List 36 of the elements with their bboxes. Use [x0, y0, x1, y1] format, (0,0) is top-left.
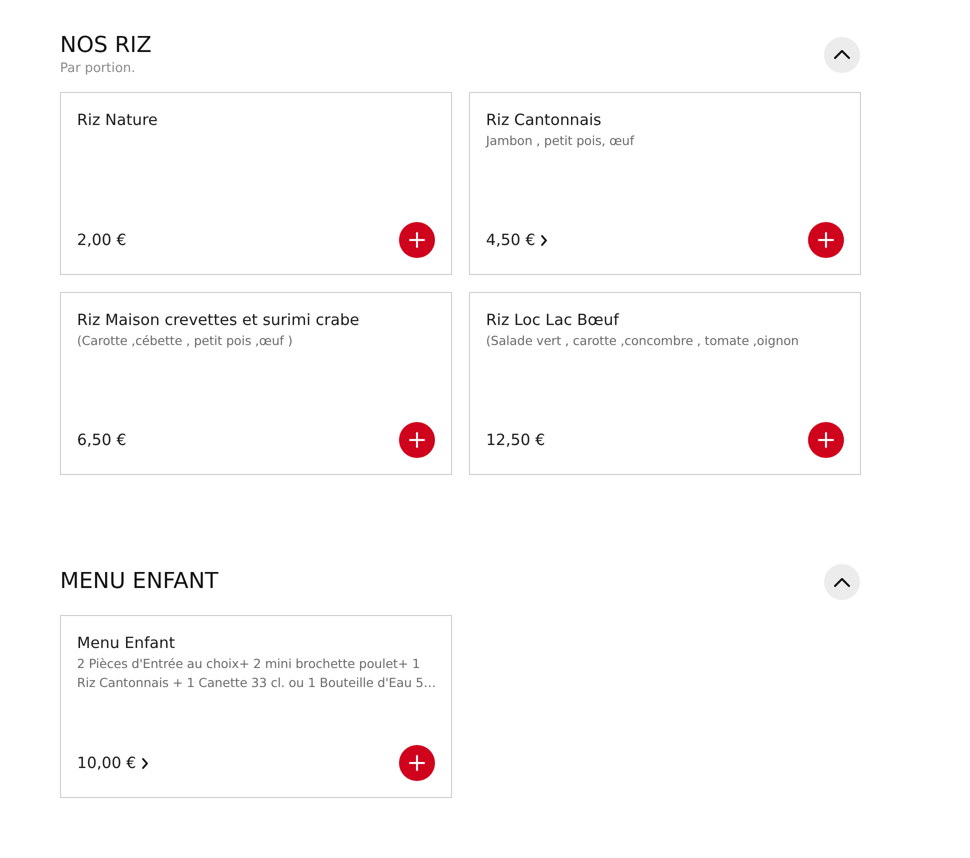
plus-icon [409, 755, 425, 771]
add-button[interactable] [399, 745, 435, 781]
plus-icon [818, 432, 834, 448]
item-name: Riz Nature [77, 110, 159, 131]
item-description: (Carotte ,cébette , petit pois ,œuf ) [77, 332, 294, 350]
item-description: 2 Pièces d'Entrée au choix+ 2 mini brochette poulet+ 1 Riz Cantonnais + 1 Canette 33 cl. ou 1 Bouteille d'Eau 5… [77, 655, 437, 692]
add-button[interactable] [808, 222, 844, 258]
item-description: Jambon , petit pois, œuf [486, 132, 636, 150]
plus-icon [409, 432, 425, 448]
menu-item-card[interactable]: Riz Loc Lac Bœuf (Salade vert , carotte ,concombre , tomate ,oignon 12,50 € [469, 292, 861, 475]
item-name: Riz Maison crevettes et surimi crabe [77, 310, 360, 331]
item-name: Riz Cantonnais [486, 110, 602, 131]
section-subtitle: Par portion. [60, 60, 136, 77]
add-button[interactable] [399, 422, 435, 458]
menu-item-card[interactable]: Riz Cantonnais Jambon , petit pois, œuf 4,50 € [469, 92, 861, 275]
chevron-up-icon [834, 578, 850, 586]
menu-item-card[interactable]: Riz Nature 2,00 € [60, 92, 452, 275]
add-button[interactable] [808, 422, 844, 458]
section-title: MENU ENFANT [60, 568, 218, 596]
item-price: 10,00 € [77, 753, 136, 774]
menu-item-card[interactable]: Riz Maison crevettes et surimi crabe (Carotte ,cébette , petit pois ,œuf ) 6,50 € [60, 292, 452, 475]
item-price: 2,00 € [77, 230, 126, 251]
add-button[interactable] [399, 222, 435, 258]
item-name: Menu Enfant [77, 633, 176, 654]
plus-icon [818, 232, 834, 248]
item-price: 6,50 € [77, 430, 126, 451]
collapse-button[interactable] [824, 564, 860, 600]
item-name: Riz Loc Lac Bœuf [486, 310, 620, 331]
collapse-button[interactable] [824, 36, 860, 72]
item-price: 4,50 € [486, 230, 536, 251]
chevron-up-icon [834, 50, 850, 59]
plus-icon [409, 232, 425, 248]
section-title: NOS RIZ [60, 32, 152, 60]
item-description: (Salade vert , carotte ,concombre , tomate ,oignon [486, 332, 800, 350]
menu-item-card[interactable]: Menu Enfant 2 Pièces d'Entrée au choix+ 2 mini brochette poulet+ 1 Riz Cantonnais + 1 Canette 33 cl. ou 1 Bouteille d'Eau 5… 10,00 € [60, 615, 452, 798]
item-price: 12,50 € [486, 430, 546, 451]
